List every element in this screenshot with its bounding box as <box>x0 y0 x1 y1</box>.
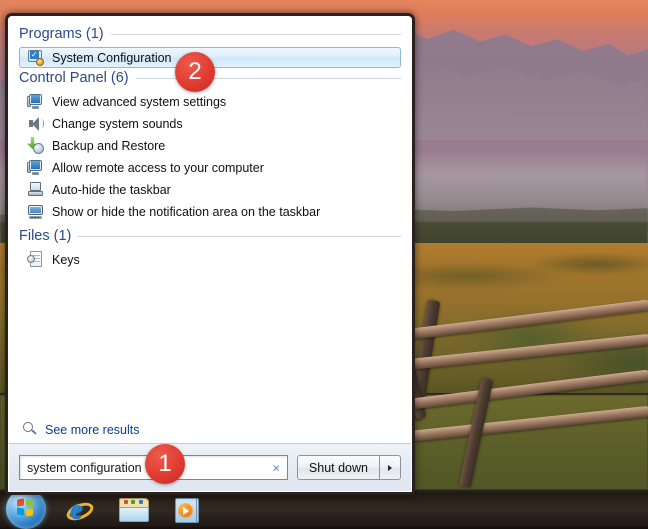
taskbar-internet-explorer[interactable]: e <box>58 493 98 527</box>
chevron-right-icon <box>388 464 392 471</box>
search-input-value: system configuration <box>27 460 142 475</box>
shutdown-options-button[interactable] <box>379 455 401 480</box>
start-button[interactable] <box>4 488 46 529</box>
result-label: Auto-hide the taskbar <box>52 182 171 197</box>
system-configuration-icon: ✓ <box>27 49 44 66</box>
start-menu-panel: Programs (1) ✓ System Configuration Cont… <box>5 13 415 495</box>
result-label: Show or hide the notification area on th… <box>52 204 321 219</box>
result-change-system-sounds[interactable]: Change system sounds <box>19 113 401 134</box>
result-label: Allow remote access to your computer <box>52 160 264 175</box>
taskbar: e <box>0 488 648 529</box>
result-allow-remote-access[interactable]: Allow remote access to your computer <box>19 157 401 178</box>
see-more-results-label: See more results <box>45 422 140 437</box>
clear-search-icon[interactable]: × <box>272 461 280 474</box>
backup-restore-icon <box>27 137 44 154</box>
screen: e Programs (1) ✓ System Configuration Co… <box>0 0 648 529</box>
result-label: Change system sounds <box>52 116 183 131</box>
taskbar-windows-media-player[interactable] <box>166 493 206 527</box>
start-menu-bottom-bar: system configuration × Shut down <box>9 443 411 491</box>
group-divider <box>110 33 401 35</box>
result-show-or-hide-notification-area[interactable]: Show or hide the notification area on th… <box>19 201 401 222</box>
result-backup-and-restore[interactable]: Backup and Restore <box>19 135 401 156</box>
annotation-badge-2: 2 <box>175 52 215 92</box>
folder-icon <box>119 497 149 523</box>
group-divider <box>78 235 401 237</box>
result-auto-hide-the-taskbar[interactable]: Auto-hide the taskbar <box>19 179 401 200</box>
computer-system-icon <box>27 93 44 110</box>
computer-system-icon <box>27 159 44 176</box>
notification-area-icon <box>27 203 44 220</box>
group-header: Files (1) <box>19 228 401 244</box>
speaker-icon <box>27 115 44 132</box>
media-player-icon <box>175 497 201 523</box>
group-title-programs: Programs (1) <box>19 26 104 42</box>
result-view-advanced-system-settings[interactable]: View advanced system settings <box>19 91 401 112</box>
see-more-results-link[interactable]: See more results <box>9 418 411 443</box>
taskbar-icon <box>27 181 44 198</box>
taskbar-windows-explorer[interactable] <box>112 493 152 527</box>
result-label: Backup and Restore <box>52 138 166 153</box>
search-icon <box>21 420 38 437</box>
result-label: View advanced system settings <box>52 94 227 109</box>
file-document-icon <box>27 251 44 268</box>
shutdown-button[interactable]: Shut down <box>296 455 379 480</box>
result-keys[interactable]: Keys <box>19 249 401 270</box>
group-title-control-panel: Control Panel (6) <box>19 70 129 86</box>
group-title-files: Files (1) <box>19 228 72 244</box>
shutdown-control: Shut down <box>296 455 401 480</box>
result-label: System Configuration <box>52 50 172 65</box>
result-label: Keys <box>52 252 80 267</box>
result-group-control-panel: Control Panel (6) View advanced system s… <box>19 70 401 222</box>
internet-explorer-icon: e <box>64 495 96 524</box>
result-group-files: Files (1) Keys <box>19 228 401 270</box>
group-header: Programs (1) <box>19 26 401 42</box>
annotation-badge-1: 1 <box>145 444 185 484</box>
